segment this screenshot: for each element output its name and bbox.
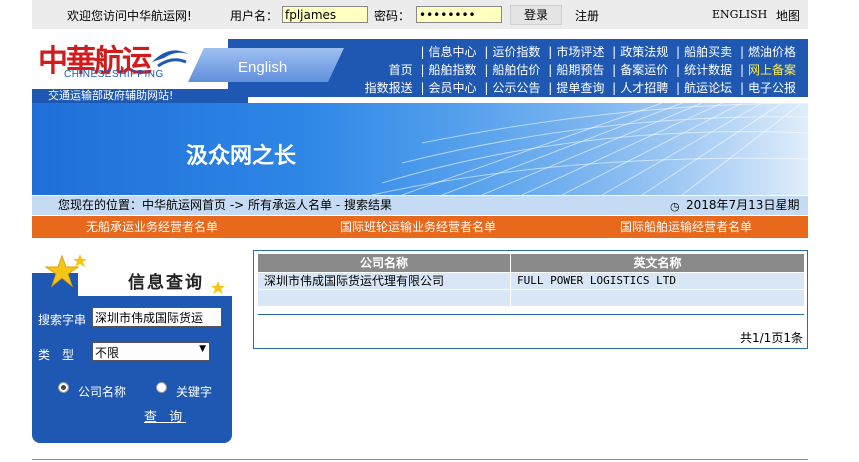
- category-liner[interactable]: 国际班轮运输业务经营者名单: [340, 216, 496, 238]
- english-link[interactable]: ENGLISH: [712, 8, 767, 21]
- banner-graphic: [362, 103, 808, 195]
- breadcrumb: 您现在的位置：中华航运网首页 -> 所有承运人名单 - 搜索结果 ◷ 2018年…: [32, 196, 808, 231]
- query-title: 信息查询: [128, 273, 204, 293]
- radio-keyword-label: 关键字: [176, 385, 213, 399]
- nav-bl-query[interactable]: 提单查询: [552, 81, 608, 95]
- nav-announcements[interactable]: 公示公告: [488, 81, 544, 95]
- nav-info-center[interactable]: 信息中心: [425, 45, 481, 59]
- login-bar: 欢迎您访问中华航运网! 用户名： 密码： 登录 注册 ENGLISH 地图: [32, 0, 808, 29]
- nav-recruitment[interactable]: 人才招聘: [616, 81, 672, 95]
- category-nvocc[interactable]: 无船承运业务经营者名单: [86, 216, 218, 238]
- nav-row-3: 指数报送 | 会员中心 | 公示公告 | 提单查询 | 人才招聘 | 航运论坛 | 电子公报: [361, 79, 800, 96]
- slogan: 交通运输部政府辅助网站!: [32, 89, 248, 103]
- result-row-empty-cell: [258, 290, 510, 306]
- dropdown-arrow-icon: ▼: [199, 344, 206, 354]
- pagination: 共1/1页1条: [740, 331, 803, 345]
- nav-fuel-price[interactable]: 燃油价格: [744, 45, 800, 59]
- nav-ship-valuation[interactable]: 船舶估价: [488, 63, 544, 77]
- clock-icon: ◷: [670, 200, 680, 213]
- username-label: 用户名：: [230, 9, 279, 23]
- nav-market-review[interactable]: 市场评述: [552, 45, 608, 59]
- nav-member-center[interactable]: 会员中心: [425, 81, 481, 95]
- nav-home[interactable]: 首页: [385, 63, 417, 77]
- radio-keyword[interactable]: [156, 382, 167, 393]
- nav-index-report[interactable]: 指数报送: [361, 81, 417, 95]
- ship-logo-icon: [152, 50, 188, 68]
- query-submit-button[interactable]: 查 询: [144, 406, 186, 425]
- register-link[interactable]: 注册: [575, 7, 599, 24]
- footer-divider: [32, 459, 808, 460]
- result-company-cn[interactable]: 深圳市伟成国际货运代理有限公司: [258, 273, 510, 289]
- breadcrumb-text: 您现在的位置：中华航运网首页 -> 所有承运人名单 - 搜索结果: [58, 198, 392, 212]
- nav-filed-rates[interactable]: 备案运价: [616, 63, 672, 77]
- keyword-label: 搜索字串: [38, 313, 87, 327]
- banner: [32, 103, 808, 195]
- banner-title: 汲众网之长: [186, 144, 297, 169]
- site-logo-en: CHINESESHIPPING: [64, 69, 164, 80]
- header-english-name: 英文名称: [511, 254, 804, 272]
- type-select[interactable]: 不限 ▼: [92, 342, 210, 361]
- password-label: 密码：: [374, 9, 411, 23]
- small-star-icon: [211, 281, 225, 294]
- results-divider: [258, 314, 804, 315]
- nav-row-2: 首页 | 船舶指数 | 船舶估价 | 船期预告 | 备案运价 | 统计数据 | 网上备案: [385, 61, 800, 78]
- nav-policy[interactable]: 政策法规: [616, 45, 672, 59]
- nav-ship-trade[interactable]: 船舶买卖: [680, 45, 736, 59]
- nav-row-1: | 信息中心 | 运价指数 | 市场评述 | 政策法规 | 船舶买卖 | 燃油价格: [420, 43, 800, 60]
- star-icon: [44, 254, 87, 288]
- radio-company-label: 公司名称: [78, 385, 127, 399]
- type-select-value: 不限: [95, 346, 120, 360]
- sitemap-link[interactable]: 地图: [776, 7, 800, 24]
- category-bar: 无船承运业务经营者名单 国际班轮运输业务经营者名单 国际船舶运输经营者名单: [32, 216, 808, 238]
- category-ship-transport[interactable]: 国际船舶运输经营者名单: [620, 216, 752, 238]
- english-tab[interactable]: English: [238, 59, 287, 76]
- nav-forum[interactable]: 航运论坛: [680, 81, 736, 95]
- nav-online-filing[interactable]: 网上备案: [744, 63, 800, 77]
- password-input[interactable]: [416, 6, 502, 23]
- header-company-name: 公司名称: [258, 254, 510, 272]
- nav-freight-index[interactable]: 运价指数: [488, 45, 544, 59]
- type-label: 类 型: [38, 348, 75, 362]
- result-company-en: FULL POWER LOGISTICS LTD: [511, 273, 804, 289]
- nav-e-bulletin[interactable]: 电子公报: [744, 81, 800, 95]
- keyword-input[interactable]: [92, 307, 222, 327]
- result-row-empty-cell: [511, 290, 804, 306]
- nav-ship-index[interactable]: 船舶指数: [425, 63, 481, 77]
- radio-company-name[interactable]: [58, 382, 69, 393]
- welcome-text: 欢迎您访问中华航运网!: [67, 9, 192, 23]
- nav-statistics[interactable]: 统计数据: [680, 63, 736, 77]
- username-input[interactable]: [282, 6, 368, 23]
- nav-schedule[interactable]: 船期预告: [552, 63, 608, 77]
- login-button[interactable]: 登录: [510, 5, 562, 25]
